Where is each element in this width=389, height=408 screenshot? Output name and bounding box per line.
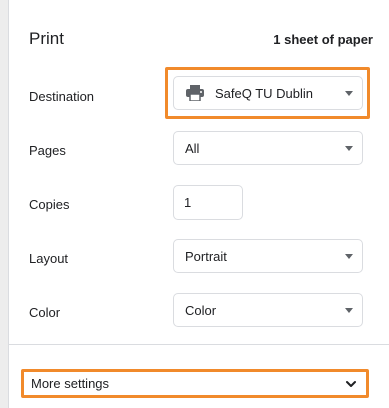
printer-icon xyxy=(185,85,205,102)
layout-select[interactable]: Portrait xyxy=(173,239,363,273)
print-settings-panel: Print 1 sheet of paper Destination SafeQ… xyxy=(8,0,389,408)
destination-label: Destination xyxy=(29,89,95,104)
pages-value: All xyxy=(185,140,200,156)
copies-input[interactable] xyxy=(173,185,243,220)
chevron-down-icon xyxy=(344,377,358,394)
pages-label: Pages xyxy=(29,143,66,158)
layout-value: Portrait xyxy=(185,248,227,264)
destination-select[interactable]: SafeQ TU Dublin xyxy=(173,76,363,110)
layout-label: Layout xyxy=(29,251,69,266)
chevron-down-icon xyxy=(345,254,353,259)
copies-label: Copies xyxy=(29,197,70,212)
color-value: Color xyxy=(185,302,217,318)
pages-select[interactable]: All xyxy=(173,131,363,165)
more-settings-label: More settings xyxy=(31,376,110,391)
chevron-down-icon xyxy=(345,146,353,151)
more-settings-button[interactable]: More settings xyxy=(21,369,369,398)
section-divider xyxy=(9,344,389,345)
color-select[interactable]: Color xyxy=(173,293,363,327)
chevron-down-icon xyxy=(345,308,353,313)
color-label: Color xyxy=(29,305,61,320)
sheet-count-summary: 1 sheet of paper xyxy=(273,32,373,47)
page-title: Print xyxy=(29,29,64,48)
chevron-down-icon xyxy=(345,91,353,96)
destination-value: SafeQ TU Dublin xyxy=(215,85,314,101)
